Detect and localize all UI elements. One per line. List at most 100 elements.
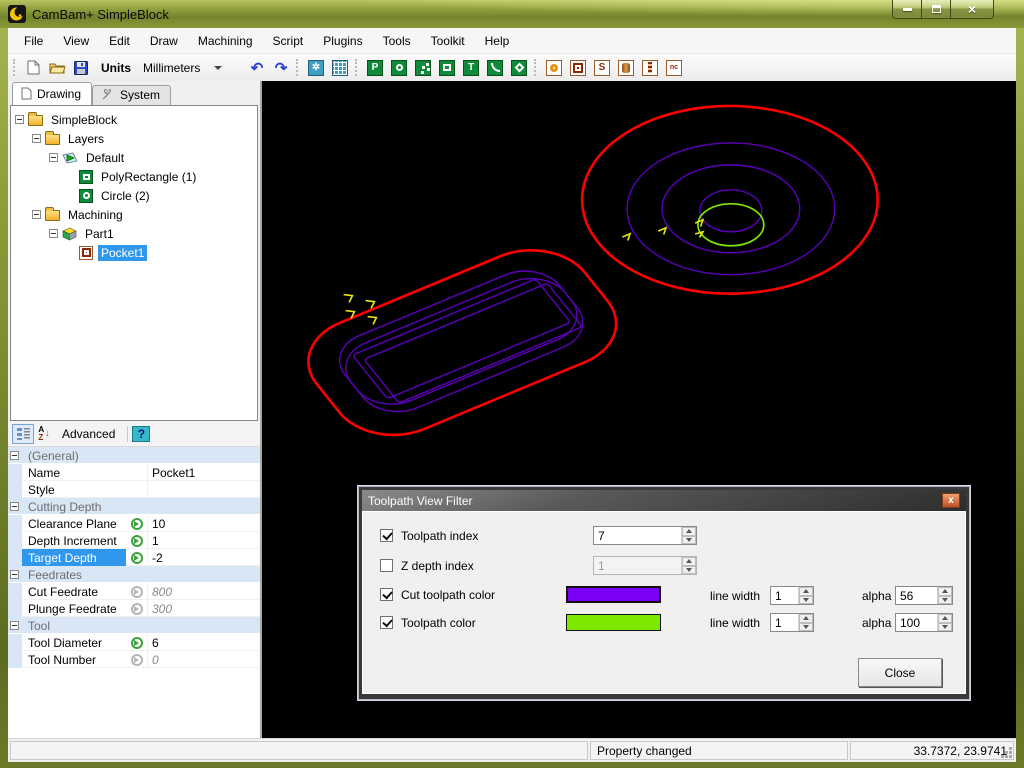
collapse-icon[interactable] <box>10 621 19 630</box>
toolpath-view-filter-dialog[interactable]: Toolpath View Filter x Toolpath index 7 … <box>358 486 970 700</box>
prop-depth-increment[interactable]: Depth Increment1 <box>8 532 260 549</box>
engrave-mop-button[interactable]: S <box>591 57 613 79</box>
collapse-icon[interactable] <box>49 153 58 162</box>
prop-plunge-feedrate[interactable]: Plunge Feedrate300 <box>8 600 260 617</box>
menu-tools[interactable]: Tools <box>373 30 421 52</box>
category-tool[interactable]: Tool <box>8 617 260 634</box>
maximize-button[interactable] <box>921 0 951 19</box>
title-bar[interactable]: CamBam+ SimpleBlock × <box>0 0 1024 28</box>
tree-node-layers[interactable]: Layers <box>11 129 257 148</box>
dialog-close-action-button[interactable]: Close <box>858 658 942 687</box>
toolpath-color-checkbox[interactable] <box>380 616 393 629</box>
cut-toolpath-color-swatch[interactable] <box>566 586 661 603</box>
toolpath-alpha-spinner[interactable]: 100 <box>895 613 953 632</box>
gcode-button[interactable]: nc <box>663 57 685 79</box>
toolpath-line-width-spinner[interactable]: 1 <box>770 613 814 632</box>
prop-tool-number[interactable]: Tool Number0 <box>8 651 260 668</box>
toolpath-index-checkbox[interactable] <box>380 529 393 542</box>
prop-style[interactable]: Style <box>8 481 260 498</box>
spin-down-icon[interactable] <box>938 623 952 632</box>
spin-down-icon[interactable] <box>682 536 696 545</box>
drill-mop-button[interactable] <box>615 57 637 79</box>
spin-up-icon[interactable] <box>938 587 952 596</box>
spin-down-icon[interactable] <box>938 596 952 605</box>
resize-grip[interactable] <box>1009 755 1012 758</box>
toolbar-grip[interactable] <box>355 59 360 76</box>
cut-line-width-spinner[interactable]: 1 <box>770 586 814 605</box>
menu-plugins[interactable]: Plugins <box>313 30 372 52</box>
collapse-icon[interactable] <box>10 502 19 511</box>
menu-draw[interactable]: Draw <box>140 30 188 52</box>
menu-help[interactable]: Help <box>475 30 520 52</box>
draw-solid-button[interactable] <box>508 57 530 79</box>
undo-button[interactable]: ↶ <box>246 57 268 79</box>
close-button[interactable]: × <box>950 0 994 19</box>
tree-node-polyrectangle[interactable]: PolyRectangle (1) <box>11 167 257 186</box>
draw-points-button[interactable] <box>412 57 434 79</box>
prop-tool-diameter[interactable]: Tool Diameter6 <box>8 634 260 651</box>
menu-file[interactable]: File <box>14 30 53 52</box>
spin-up-icon[interactable] <box>799 614 813 623</box>
drawing-tree[interactable]: SimpleBlock Layers Default <box>10 105 258 421</box>
collapse-icon[interactable] <box>10 451 19 460</box>
toolpath-index-spinner[interactable]: 7 <box>593 526 697 545</box>
pocket-mop-button[interactable] <box>567 57 589 79</box>
collapse-icon[interactable] <box>49 229 58 238</box>
toolbar-grip[interactable] <box>13 59 18 76</box>
collapse-icon[interactable] <box>10 570 19 579</box>
draw-rectangle-button[interactable] <box>436 57 458 79</box>
spin-up-icon[interactable] <box>938 614 952 623</box>
draw-circle-button[interactable] <box>388 57 410 79</box>
draw-polyline-button[interactable]: P <box>364 57 386 79</box>
save-button[interactable] <box>70 57 92 79</box>
menu-machining[interactable]: Machining <box>188 30 263 52</box>
categorized-view-button[interactable] <box>12 424 34 444</box>
category-cutting-depth[interactable]: Cutting Depth <box>8 498 260 515</box>
spin-down-icon[interactable] <box>799 623 813 632</box>
lathe-mop-button[interactable] <box>639 57 661 79</box>
open-file-button[interactable] <box>46 57 68 79</box>
toolbar-grip[interactable] <box>534 59 539 76</box>
advanced-button[interactable]: Advanced <box>62 427 115 441</box>
help-button[interactable]: ? <box>132 426 150 442</box>
snap-points-button[interactable]: ✲ <box>305 57 327 79</box>
cut-toolpath-color-checkbox[interactable] <box>380 588 393 601</box>
draw-text-button[interactable]: T <box>460 57 482 79</box>
dialog-title-bar[interactable]: Toolpath View Filter x <box>362 490 966 511</box>
units-combobox[interactable]: Millimeters <box>137 59 245 77</box>
prop-name[interactable]: NamePocket1 <box>8 464 260 481</box>
z-depth-index-checkbox[interactable] <box>380 559 393 572</box>
menu-edit[interactable]: Edit <box>99 30 140 52</box>
collapse-icon[interactable] <box>32 210 41 219</box>
tree-node-machining[interactable]: Machining <box>11 205 257 224</box>
profile-mop-button[interactable] <box>543 57 565 79</box>
menu-view[interactable]: View <box>53 30 99 52</box>
prop-cut-feedrate[interactable]: Cut Feedrate800 <box>8 583 260 600</box>
tree-node-default-layer[interactable]: Default <box>11 148 257 167</box>
cut-alpha-spinner[interactable]: 56 <box>895 586 953 605</box>
prop-target-depth[interactable]: Target Depth-2 <box>8 549 260 566</box>
tree-node-simpleblock[interactable]: SimpleBlock <box>11 110 257 129</box>
collapse-icon[interactable] <box>15 115 24 124</box>
redo-button[interactable]: ↷ <box>270 57 292 79</box>
category-feedrates[interactable]: Feedrates <box>8 566 260 583</box>
spin-down-icon[interactable] <box>799 596 813 605</box>
tree-node-pocket1[interactable]: Pocket1 <box>11 243 257 262</box>
tree-node-part1[interactable]: Part1 <box>11 224 257 243</box>
tree-node-circle[interactable]: Circle (2) <box>11 186 257 205</box>
spin-up-icon[interactable] <box>799 587 813 596</box>
collapse-icon[interactable] <box>32 134 41 143</box>
draw-surface-button[interactable] <box>484 57 506 79</box>
prop-clearance-plane[interactable]: Clearance Plane10 <box>8 515 260 532</box>
alphabetical-sort-button[interactable]: AZ↓ <box>34 424 56 444</box>
new-file-button[interactable] <box>22 57 44 79</box>
minimize-button[interactable] <box>892 0 922 19</box>
spin-up-icon[interactable] <box>682 527 696 536</box>
tab-drawing[interactable]: Drawing <box>12 82 92 105</box>
tab-system[interactable]: System <box>92 85 171 105</box>
snap-grid-button[interactable] <box>329 57 351 79</box>
toolbar-grip[interactable] <box>296 59 301 76</box>
toolpath-color-swatch[interactable] <box>566 614 661 631</box>
category-general[interactable]: (General) <box>8 447 260 464</box>
menu-script[interactable]: Script <box>263 30 314 52</box>
